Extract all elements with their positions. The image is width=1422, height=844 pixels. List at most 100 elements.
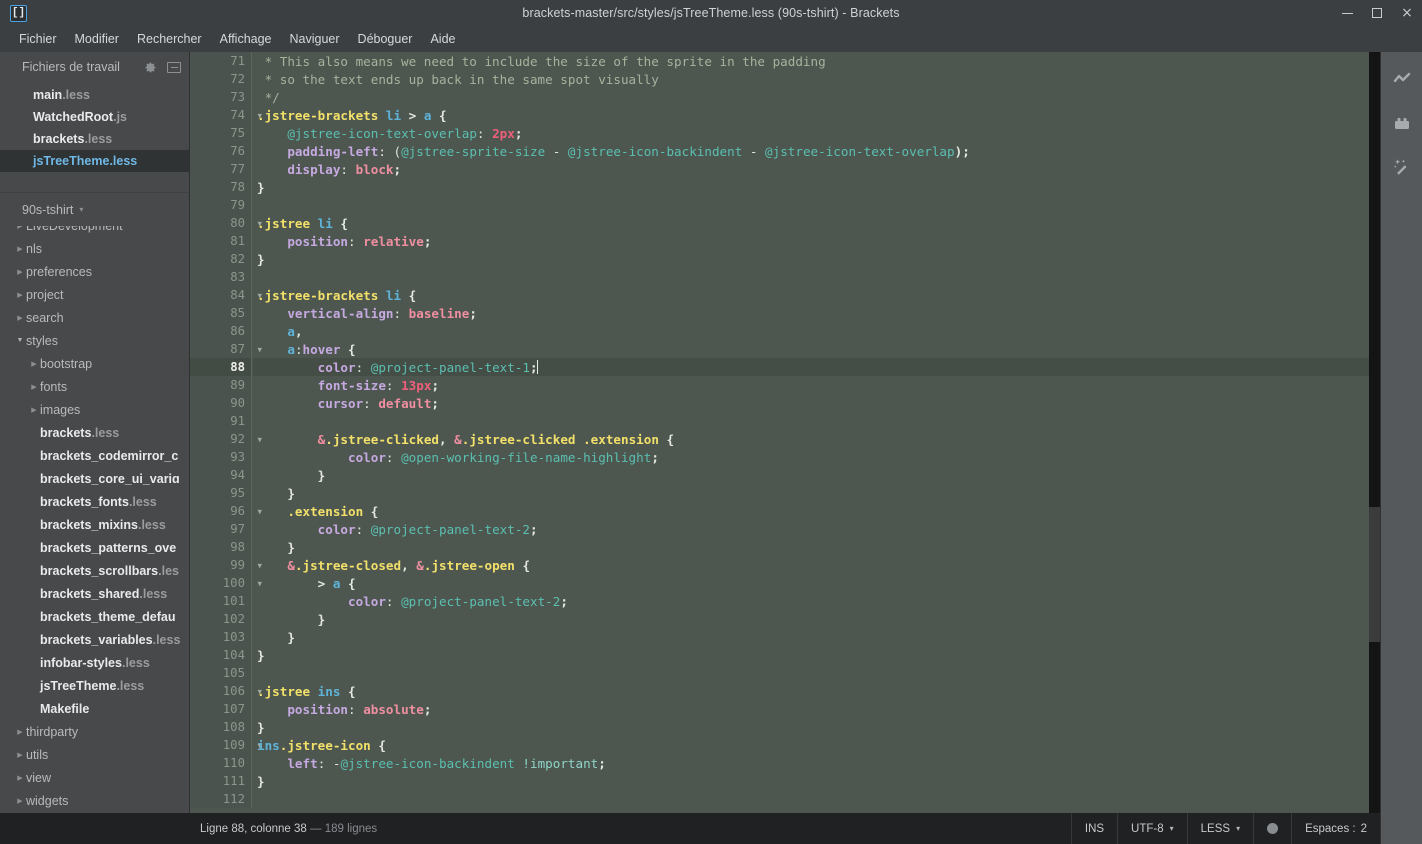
tree-folder-row[interactable]: ▶fonts (8, 375, 189, 398)
line-number-gutter[interactable]: 95 (190, 484, 252, 502)
code-line[interactable]: 78} (190, 178, 1380, 196)
code-line[interactable]: 80▼.jstree li { (190, 214, 1380, 232)
working-file-item[interactable]: main.less (0, 84, 189, 106)
line-number-gutter[interactable]: 75 (190, 124, 252, 142)
line-number-gutter[interactable]: 89 (190, 376, 252, 394)
tree-folder-row[interactable]: ▶project (8, 283, 189, 306)
line-number-gutter[interactable]: 91 (190, 412, 252, 430)
tree-folder-row[interactable]: ▶bootstrap (8, 352, 189, 375)
encoding-dropdown[interactable]: UTF-8 ▾ (1117, 813, 1187, 844)
tree-folder-row[interactable]: ▶thirdparty (8, 720, 189, 743)
maximize-button[interactable] (1362, 0, 1392, 26)
code-line[interactable]: 95 } (190, 484, 1380, 502)
line-number-gutter[interactable]: 97 (190, 520, 252, 538)
line-number-gutter[interactable]: 92▼ (190, 430, 252, 448)
line-number-gutter[interactable]: 72 (190, 70, 252, 88)
language-dropdown[interactable]: LESS ▾ (1187, 813, 1253, 844)
tree-folder-row[interactable]: ▶images (8, 398, 189, 421)
tree-folder-row[interactable]: ▶search (8, 306, 189, 329)
chevron-right-icon[interactable]: ▶ (14, 751, 26, 759)
code-line[interactable]: 98 } (190, 538, 1380, 556)
chevron-right-icon[interactable]: ▶ (14, 728, 26, 736)
code-line[interactable]: ✦88 color: @project-panel-text-1; (190, 358, 1380, 376)
code-line[interactable]: 112 (190, 790, 1380, 808)
chevron-right-icon[interactable]: ▶ (14, 226, 26, 230)
chevron-down-icon[interactable]: ▼ (14, 337, 26, 344)
tree-file-row[interactable]: brackets_fonts.less (8, 490, 189, 513)
live-preview-icon[interactable] (1391, 68, 1413, 90)
tree-file-row[interactable]: brackets_shared.less (8, 582, 189, 605)
tree-folder-row[interactable]: ▼styles (8, 329, 189, 352)
tree-folder-row[interactable]: ▶LiveDevelopment (8, 226, 189, 237)
line-number-gutter[interactable]: 100▼ (190, 574, 252, 592)
code-line[interactable]: 100▼ > a { (190, 574, 1380, 592)
overwrite-mode-button[interactable]: INS (1071, 813, 1117, 844)
chevron-right-icon[interactable]: ▶ (14, 774, 26, 782)
line-number-gutter[interactable]: 108 (190, 718, 252, 736)
code-line[interactable]: 91 (190, 412, 1380, 430)
extension-manager-icon[interactable] (1391, 112, 1413, 134)
line-number-gutter[interactable]: 77 (190, 160, 252, 178)
chevron-right-icon[interactable]: ▶ (14, 291, 26, 299)
tree-file-row[interactable]: jsTreeTheme.less (8, 674, 189, 697)
code-line[interactable]: 84▼.jstree-brackets li { (190, 286, 1380, 304)
tree-folder-row[interactable]: ▶view (8, 766, 189, 789)
chevron-right-icon[interactable]: ▶ (14, 268, 26, 276)
line-number-gutter[interactable]: 101 (190, 592, 252, 610)
line-number-gutter[interactable]: 82 (190, 250, 252, 268)
code-line[interactable]: 71 * This also means we need to include … (190, 52, 1380, 70)
code-line[interactable]: 104} (190, 646, 1380, 664)
line-number-gutter[interactable]: 73 (190, 88, 252, 106)
lint-status-button[interactable] (1253, 813, 1291, 844)
code-line[interactable]: 72 * so the text ends up back in the sam… (190, 70, 1380, 88)
tree-folder-row[interactable]: ▶preferences (8, 260, 189, 283)
working-file-item[interactable]: brackets.less (0, 128, 189, 150)
line-number-gutter[interactable]: 93 (190, 448, 252, 466)
working-file-item[interactable]: WatchedRoot.js (0, 106, 189, 128)
code-line[interactable]: 105 (190, 664, 1380, 682)
tree-file-row[interactable]: brackets_patterns_ove (8, 536, 189, 559)
code-line[interactable]: 97 color: @project-panel-text-2; (190, 520, 1380, 538)
menu-item-fichier[interactable]: Fichier (10, 29, 66, 49)
code-line[interactable]: 94 } (190, 466, 1380, 484)
line-number-gutter[interactable]: 112 (190, 790, 252, 808)
menu-item-aide[interactable]: Aide (421, 29, 464, 49)
tree-folder-row[interactable]: ▶widgets (8, 789, 189, 812)
gear-icon[interactable] (144, 61, 157, 74)
chevron-right-icon[interactable]: ▶ (14, 245, 26, 253)
line-number-gutter[interactable]: 90 (190, 394, 252, 412)
code-line[interactable]: 109▼ins.jstree-icon { (190, 736, 1380, 754)
minimize-button[interactable] (1332, 0, 1362, 26)
line-number-gutter[interactable]: 104 (190, 646, 252, 664)
chevron-right-icon[interactable]: ▶ (14, 314, 26, 322)
code-line[interactable]: 74▼.jstree-brackets li > a { (190, 106, 1380, 124)
code-line[interactable]: 106▼.jstree ins { (190, 682, 1380, 700)
menu-item-naviguer[interactable]: Naviguer (281, 29, 349, 49)
code-line[interactable]: 103 } (190, 628, 1380, 646)
code-line[interactable]: 76 padding-left: (@jstree-sprite-size - … (190, 142, 1380, 160)
chevron-right-icon[interactable]: ▶ (28, 383, 40, 391)
split-view-icon[interactable] (167, 62, 181, 73)
editor-vertical-scrollbar[interactable] (1369, 52, 1380, 813)
line-number-gutter[interactable]: 79 (190, 196, 252, 214)
code-line[interactable]: 110 left: -@jstree-icon-backindent !impo… (190, 754, 1380, 772)
line-number-gutter[interactable]: 110 (190, 754, 252, 772)
tree-file-row[interactable]: brackets_codemirror_c (8, 444, 189, 467)
code-line[interactable]: 96▼ .extension { (190, 502, 1380, 520)
line-number-gutter[interactable]: 86 (190, 322, 252, 340)
code-line[interactable]: 75 @jstree-icon-text-overlap: 2px; (190, 124, 1380, 142)
tree-file-row[interactable]: brackets_scrollbars.les (8, 559, 189, 582)
line-number-gutter[interactable]: 87▼ (190, 340, 252, 358)
line-number-gutter[interactable]: 80▼ (190, 214, 252, 232)
code-line[interactable]: 81 position: relative; (190, 232, 1380, 250)
code-line[interactable]: 99▼ &.jstree-closed, &.jstree-open { (190, 556, 1380, 574)
code-line[interactable]: 86 a, (190, 322, 1380, 340)
line-number-gutter[interactable]: 109▼ (190, 736, 252, 754)
line-number-gutter[interactable]: 71 (190, 52, 252, 70)
code-line[interactable]: 108} (190, 718, 1380, 736)
menu-item-rechercher[interactable]: Rechercher (128, 29, 211, 49)
tree-file-row[interactable]: brackets_theme_defau (8, 605, 189, 628)
line-number-gutter[interactable]: 102 (190, 610, 252, 628)
indent-settings-button[interactable]: Espaces : 2 (1291, 813, 1380, 844)
tree-folder-row[interactable]: ▶utils (8, 743, 189, 766)
